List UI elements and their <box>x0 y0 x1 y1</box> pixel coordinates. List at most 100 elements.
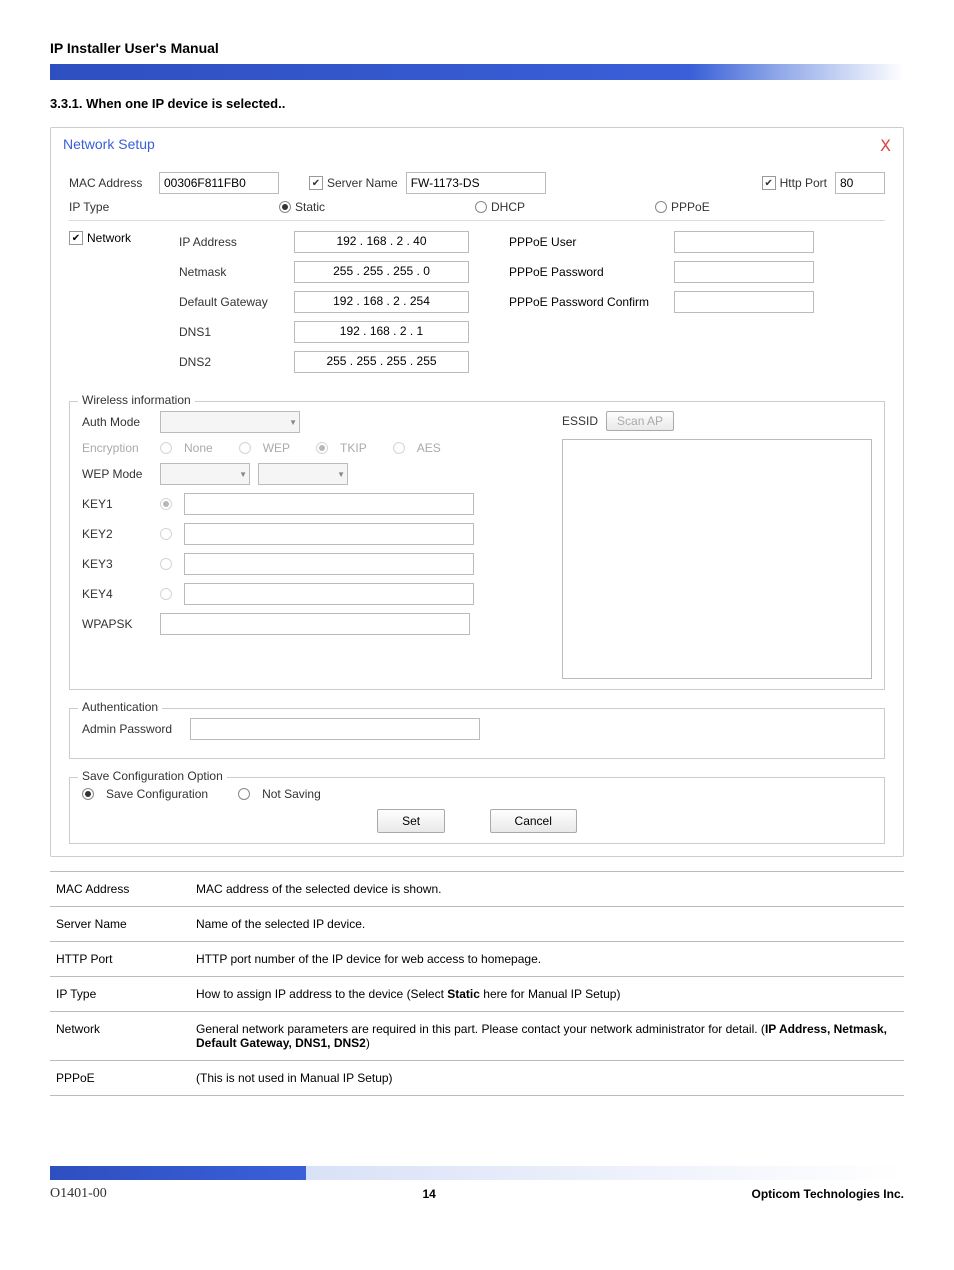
mac-address-input[interactable] <box>159 172 279 194</box>
server-name-input[interactable] <box>406 172 546 194</box>
scan-ap-button[interactable]: Scan AP <box>606 411 674 431</box>
encryption-none-label: None <box>184 441 213 455</box>
header-bar <box>50 64 904 80</box>
footer-left: O1401-00 <box>50 1186 107 1202</box>
key2-input[interactable] <box>184 523 474 545</box>
ip-type-pppoe-label: PPPoE <box>671 200 710 214</box>
gateway-input[interactable]: 192 . 168 . 2 . 254 <box>294 291 469 313</box>
cell-mac: MAC Address <box>50 872 190 907</box>
cell-pppoe: PPPoE <box>50 1061 190 1096</box>
cell-iptype-desc: How to assign IP address to the device (… <box>190 977 904 1012</box>
table-row: Server NameName of the selected IP devic… <box>50 907 904 942</box>
key3-radio[interactable] <box>160 558 172 570</box>
wpapsk-label: WPAPSK <box>82 617 152 631</box>
http-port-checkbox[interactable]: ✔ <box>762 176 776 190</box>
dialog-title: Network Setup <box>63 136 155 152</box>
key4-input[interactable] <box>184 583 474 605</box>
netmask-input[interactable]: 255 . 255 . 255 . 0 <box>294 261 469 283</box>
cell-mac-desc: MAC address of the selected device is sh… <box>190 872 904 907</box>
http-port-label: Http Port <box>780 176 827 190</box>
key3-input[interactable] <box>184 553 474 575</box>
encryption-wep-label: WEP <box>263 441 290 455</box>
ip-type-static-radio[interactable] <box>279 201 291 213</box>
wireless-group-label: Wireless information <box>78 393 195 407</box>
key1-input[interactable] <box>184 493 474 515</box>
key1-label: KEY1 <box>82 497 152 511</box>
pppoe-password-input[interactable] <box>674 261 814 283</box>
not-saving-label: Not Saving <box>262 787 321 801</box>
key4-radio[interactable] <box>160 588 172 600</box>
close-icon[interactable]: Ⅹ <box>880 136 891 156</box>
key4-label: KEY4 <box>82 587 152 601</box>
pppoe-confirm-input[interactable] <box>674 291 814 313</box>
chevron-down-icon: ▼ <box>289 418 297 427</box>
dns2-label: DNS2 <box>179 355 284 369</box>
ip-address-label: IP Address <box>179 235 284 249</box>
chevron-down-icon: ▼ <box>239 470 247 479</box>
dns1-input[interactable]: 192 . 168 . 2 . 1 <box>294 321 469 343</box>
encryption-aes-label: AES <box>417 441 441 455</box>
encryption-aes-radio[interactable] <box>393 442 405 454</box>
ap-list[interactable] <box>562 439 872 679</box>
encryption-tkip-label: TKIP <box>340 441 367 455</box>
pppoe-user-label: PPPoE User <box>509 235 664 249</box>
pppoe-confirm-label: PPPoE Password Confirm <box>509 295 664 309</box>
dns1-label: DNS1 <box>179 325 284 339</box>
page-title: IP Installer User's Manual <box>50 40 904 56</box>
ip-type-static-label: Static <box>295 200 325 214</box>
section-heading: 3.3.1. When one IP device is selected.. <box>50 96 904 111</box>
encryption-none-radio[interactable] <box>160 442 172 454</box>
ip-type-label: IP Type <box>69 200 159 214</box>
wpapsk-input[interactable] <box>160 613 470 635</box>
network-checkbox[interactable]: ✔ <box>69 231 83 245</box>
table-row: IP TypeHow to assign IP address to the d… <box>50 977 904 1012</box>
cell-network: Network <box>50 1012 190 1061</box>
ip-type-dhcp-label: DHCP <box>491 200 525 214</box>
cancel-button[interactable]: Cancel <box>490 809 577 833</box>
save-config-group-label: Save Configuration Option <box>78 769 227 783</box>
netmask-label: Netmask <box>179 265 284 279</box>
description-table: MAC AddressMAC address of the selected d… <box>50 871 904 1096</box>
cell-http: HTTP Port <box>50 942 190 977</box>
ip-type-pppoe-radio[interactable] <box>655 201 667 213</box>
server-name-checkbox[interactable]: ✔ <box>309 176 323 190</box>
chevron-down-icon: ▼ <box>337 470 345 479</box>
page-number: 14 <box>422 1187 435 1201</box>
encryption-label: Encryption <box>82 441 152 455</box>
key1-radio[interactable] <box>160 498 172 510</box>
network-setup-dialog: Network Setup Ⅹ MAC Address ✔ Server Nam… <box>50 127 904 857</box>
cell-server-desc: Name of the selected IP device. <box>190 907 904 942</box>
wep-mode-select-2[interactable]: ▼ <box>258 463 348 485</box>
auth-mode-select[interactable]: ▼ <box>160 411 300 433</box>
not-saving-radio[interactable] <box>238 788 250 800</box>
pppoe-user-input[interactable] <box>674 231 814 253</box>
save-config-radio[interactable] <box>82 788 94 800</box>
wep-mode-select-1[interactable]: ▼ <box>160 463 250 485</box>
dns2-input[interactable]: 255 . 255 . 255 . 255 <box>294 351 469 373</box>
table-row: PPPoE(This is not used in Manual IP Setu… <box>50 1061 904 1096</box>
wep-mode-label: WEP Mode <box>82 467 152 481</box>
cell-network-desc: General network parameters are required … <box>190 1012 904 1061</box>
table-row: NetworkGeneral network parameters are re… <box>50 1012 904 1061</box>
gateway-label: Default Gateway <box>179 295 284 309</box>
key2-radio[interactable] <box>160 528 172 540</box>
ip-address-input[interactable]: 192 . 168 . 2 . 40 <box>294 231 469 253</box>
auth-mode-label: Auth Mode <box>82 415 152 429</box>
encryption-wep-radio[interactable] <box>239 442 251 454</box>
ip-type-dhcp-radio[interactable] <box>475 201 487 213</box>
set-button[interactable]: Set <box>377 809 445 833</box>
authentication-group-label: Authentication <box>78 700 162 714</box>
admin-password-input[interactable] <box>190 718 480 740</box>
table-row: HTTP PortHTTP port number of the IP devi… <box>50 942 904 977</box>
key3-label: KEY3 <box>82 557 152 571</box>
cell-iptype: IP Type <box>50 977 190 1012</box>
cell-server: Server Name <box>50 907 190 942</box>
encryption-tkip-radio[interactable] <box>316 442 328 454</box>
cell-pppoe-desc: (This is not used in Manual IP Setup) <box>190 1061 904 1096</box>
cell-http-desc: HTTP port number of the IP device for we… <box>190 942 904 977</box>
footer: O1401-00 14 Opticom Technologies Inc. <box>50 1166 904 1202</box>
admin-password-label: Admin Password <box>82 722 182 736</box>
http-port-input[interactable] <box>835 172 885 194</box>
server-name-label: Server Name <box>327 176 398 190</box>
footer-bar <box>50 1166 904 1180</box>
